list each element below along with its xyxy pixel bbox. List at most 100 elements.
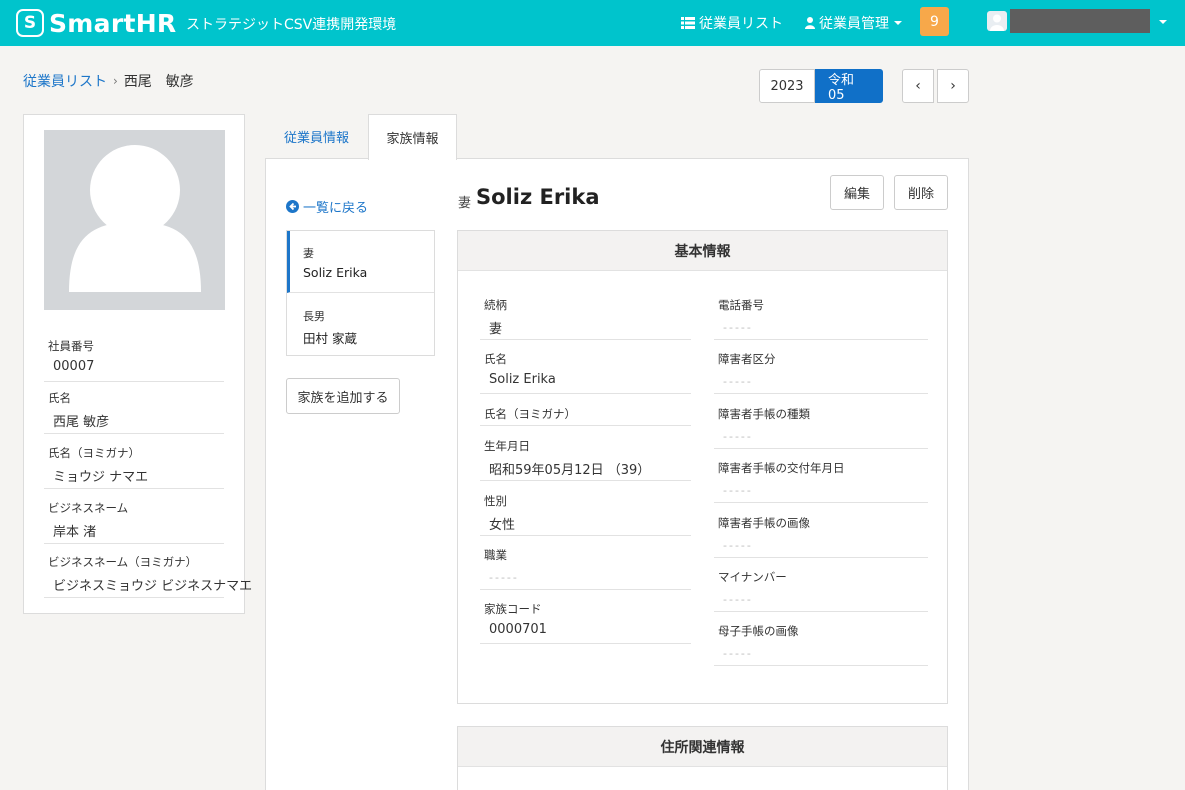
employee-profile-card: 社員番号 00007 氏名 西尾 敏彦 氏名（ヨミガナ） ミョウジ ナマエ ビジ… (23, 114, 252, 614)
next-button[interactable]: › (937, 69, 969, 103)
field-phone: 電話番号 ----- (714, 285, 928, 340)
profile-field-business-name-kana: ビジネスネーム（ヨミガナ） ビジネスミョウジ ビジネスナマエ (44, 546, 252, 598)
field-disability-card-type: 障害者手帳の種類 ----- (714, 394, 928, 449)
field-value: 0000701 (489, 622, 547, 637)
field-disability-category: 障害者区分 ----- (714, 339, 928, 394)
field-value: 西尾 敏彦 (53, 415, 110, 430)
field-value: ----- (723, 430, 753, 443)
field-label: 家族コード (484, 602, 542, 616)
address-info-card: 住所関連情報 (457, 726, 948, 790)
field-name-kana: 氏名（ヨミガナ） (480, 394, 691, 426)
field-label: 障害者手帳の種類 (718, 407, 810, 421)
profile-field-business-name: ビジネスネーム 岸本 渚 (44, 492, 224, 544)
prev-button[interactable]: ‹ (902, 69, 934, 103)
field-label: 氏名（ヨミガナ） (48, 446, 140, 460)
field-label: マイナンバー (718, 570, 787, 584)
field-value: 昭和59年05月12日 （39） (489, 463, 651, 478)
field-value: ----- (723, 375, 753, 388)
field-value: ミョウジ ナマエ (53, 470, 149, 485)
delete-button[interactable]: 削除 (894, 175, 948, 210)
field-value: 岸本 渚 (53, 525, 97, 540)
field-value: ビジネスミョウジ ビジネスナマエ (53, 579, 253, 594)
breadcrumb-separator-icon: › (113, 74, 118, 88)
basic-info-title: 基本情報 (458, 231, 947, 271)
chevron-right-icon: › (950, 78, 956, 94)
field-label: 生年月日 (484, 439, 530, 453)
field-value: 00007 (53, 359, 95, 374)
family-relation: 長男 (303, 310, 325, 323)
field-gender: 性別 女性 (480, 481, 691, 536)
smarthr-logo[interactable]: S SmartHR (16, 8, 177, 38)
breadcrumb-employee-list-link[interactable]: 従業員リスト (23, 71, 107, 91)
family-name: Soliz Erika (303, 265, 368, 280)
add-family-button[interactable]: 家族を追加する (286, 378, 400, 414)
user-name-redacted[interactable] (1010, 9, 1150, 33)
top-header: S SmartHR ストラテジットCSV連携開発環境 従業員リスト 従業員管理 … (0, 0, 1185, 46)
user-avatar[interactable] (987, 11, 1007, 31)
nav-employee-list-label: 従業員リスト (699, 16, 783, 32)
circle-arrow-left-icon (286, 200, 299, 213)
field-label: 障害者手帳の交付年月日 (718, 461, 845, 475)
breadcrumb-current: 西尾 敏彦 (123, 74, 194, 90)
japanese-year-button[interactable]: 令和05 (815, 69, 883, 103)
field-label: 職業 (484, 548, 507, 562)
chevron-left-icon: ‹ (915, 78, 921, 94)
detail-name: Soliz Erika (476, 185, 600, 209)
avatar-icon (990, 14, 1004, 31)
logo-text: SmartHR (49, 8, 177, 38)
notification-badge[interactable]: 9 (920, 7, 949, 36)
field-value: ----- (489, 571, 519, 584)
field-value: 妻 (489, 322, 503, 337)
field-family-code: 家族コード 0000701 (480, 589, 691, 644)
field-label: 性別 (484, 494, 507, 508)
field-my-number: マイナンバー ----- (714, 557, 928, 612)
field-occupation: 職業 ----- (480, 535, 691, 590)
family-member-list: 妻 Soliz Erika 長男 田村 家蔵 (286, 230, 435, 356)
western-year-button[interactable]: 2023 (759, 69, 815, 103)
field-value: ----- (723, 647, 753, 660)
field-disability-card-date: 障害者手帳の交付年月日 ----- (714, 448, 928, 503)
environment-name: ストラテジットCSV連携開発環境 (186, 17, 397, 33)
address-info-title: 住所関連情報 (458, 727, 947, 767)
field-value: Soliz Erika (489, 372, 556, 387)
field-value: ----- (723, 321, 753, 334)
nav-employee-manage-label: 従業員管理 (819, 16, 889, 32)
field-label: 氏名（ヨミガナ） (484, 407, 576, 421)
family-member-item[interactable]: 妻 Soliz Erika (287, 231, 434, 293)
year-switcher: 2023 令和05 (759, 69, 883, 103)
field-value: ----- (723, 539, 753, 552)
chevron-down-icon (894, 21, 902, 25)
field-label: 氏名 (48, 391, 71, 405)
edit-button[interactable]: 編集 (830, 175, 884, 210)
field-birthday: 生年月日 昭和59年05月12日 （39） (480, 426, 691, 481)
field-label: 障害者手帳の画像 (718, 516, 810, 530)
field-label: 氏名 (484, 352, 507, 366)
profile-field-employee-number: 社員番号 00007 (44, 330, 224, 382)
list-icon (681, 17, 695, 29)
profile-field-name: 氏名 西尾 敏彦 (44, 382, 224, 434)
tab-family-info[interactable]: 家族情報 (368, 114, 457, 160)
family-member-item[interactable]: 長男 田村 家蔵 (287, 294, 434, 356)
employee-photo (44, 130, 225, 310)
profile-field-name-kana: 氏名（ヨミガナ） ミョウジ ナマエ (44, 437, 224, 489)
family-relation: 妻 (303, 247, 314, 260)
field-name: 氏名 Soliz Erika (480, 339, 691, 394)
field-value: 女性 (489, 518, 516, 533)
field-label: ビジネスネーム (48, 501, 129, 515)
nav-employee-list[interactable]: 従業員リスト (681, 13, 783, 33)
field-label: 母子手帳の画像 (718, 624, 799, 638)
field-label: 電話番号 (718, 298, 764, 312)
field-label: 社員番号 (48, 339, 94, 353)
field-label: 続柄 (484, 298, 507, 312)
tab-employee-info[interactable]: 従業員情報 (265, 114, 368, 159)
user-menu-chevron-icon[interactable] (1159, 20, 1167, 24)
person-placeholder-icon (69, 145, 201, 292)
back-to-list-label: 一覧に戻る (303, 201, 369, 216)
basic-info-card: 基本情報 続柄 妻 氏名 Soliz Erika 氏名（ヨミガナ） 生年月日 昭… (457, 230, 948, 704)
back-to-list-link[interactable]: 一覧に戻る (286, 197, 368, 216)
field-value: ----- (723, 593, 753, 606)
family-name: 田村 家蔵 (303, 331, 357, 346)
field-value: ----- (723, 484, 753, 497)
field-disability-card-image: 障害者手帳の画像 ----- (714, 503, 928, 558)
nav-employee-manage[interactable]: 従業員管理 (805, 13, 902, 33)
